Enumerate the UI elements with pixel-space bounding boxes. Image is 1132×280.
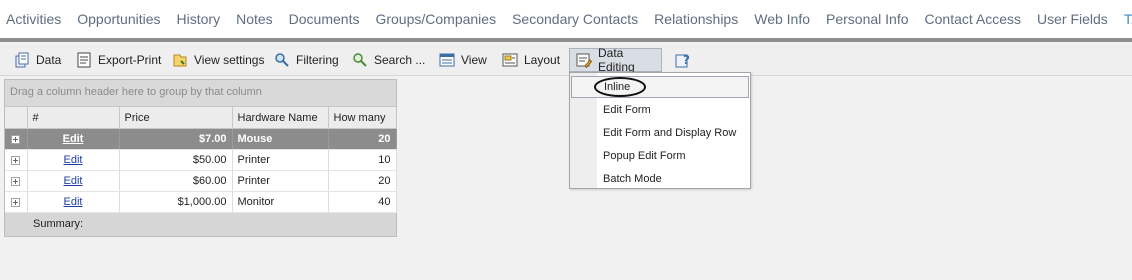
edit-link[interactable]: Edit	[64, 175, 83, 187]
view-label: View	[461, 53, 487, 67]
price-cell: $60.00	[119, 170, 233, 192]
how-many-cell: 40	[328, 191, 397, 213]
help-button[interactable]: ?	[675, 48, 697, 72]
toolbar: Data Export-Print View settings Filterin…	[0, 45, 1132, 76]
price-cell: $50.00	[119, 149, 233, 171]
search-button[interactable]: Search ...	[352, 48, 425, 72]
expand-icon[interactable]	[11, 197, 21, 207]
group-panel[interactable]: Drag a column header here to group by th…	[5, 80, 396, 107]
menu-item-label: Edit Form	[603, 104, 651, 116]
menu-item-edit-form[interactable]: Edit Form	[571, 99, 749, 121]
table-row[interactable]: Edit $7.00 Mouse 20	[5, 128, 397, 150]
row-expander[interactable]	[5, 128, 28, 150]
row-expander[interactable]	[5, 149, 28, 171]
row-expander[interactable]	[5, 191, 28, 213]
view-settings-label: View settings	[194, 53, 265, 67]
tab-notes[interactable]: Notes	[236, 11, 273, 27]
edit-link[interactable]: Edit	[64, 154, 83, 166]
layout-button[interactable]: Layout	[502, 48, 560, 72]
data-editing-button[interactable]: Data Editing	[569, 46, 662, 74]
menu-item-popup-edit-form[interactable]: Popup Edit Form	[571, 145, 749, 167]
price-cell: $1,000.00	[119, 191, 233, 213]
view-settings-button[interactable]: View settings	[172, 48, 264, 72]
how-many-cell: 20	[328, 170, 397, 192]
filtering-label: Filtering	[296, 53, 339, 67]
expand-icon[interactable]	[11, 155, 21, 165]
summary-row: Summary:	[5, 213, 396, 235]
search-icon	[352, 52, 368, 68]
data-editing-menu: Inline Edit Form Edit Form and Display R…	[569, 72, 751, 189]
tab-contact-access[interactable]: Contact Access	[925, 11, 1022, 27]
hardware-name-cell: Mouse	[232, 128, 329, 150]
data-editing-label: Data Editing	[598, 46, 635, 74]
menu-item-label: Popup Edit Form	[603, 150, 686, 162]
header-price[interactable]: Price	[119, 107, 233, 129]
data-grid: Drag a column header here to group by th…	[4, 79, 397, 237]
tab-activities[interactable]: Activities	[6, 11, 61, 27]
header-hardware-name[interactable]: Hardware Name	[232, 107, 329, 129]
layout-icon	[502, 52, 518, 68]
table-row[interactable]: Edit $60.00 Printer 20	[5, 170, 397, 192]
how-many-cell: 10	[328, 149, 397, 171]
hardware-name-cell: Printer	[232, 170, 329, 192]
tab-history[interactable]: History	[177, 11, 221, 27]
tab-table-it[interactable]: TABLE|IT	[1124, 11, 1132, 27]
menu-item-label: Batch Mode	[603, 173, 662, 185]
data-editing-icon	[576, 52, 593, 69]
menu-item-batch-mode[interactable]: Batch Mode	[571, 168, 749, 190]
expand-icon[interactable]	[11, 134, 21, 144]
tab-personal-info[interactable]: Personal Info	[826, 11, 909, 27]
layout-label: Layout	[524, 53, 561, 67]
grid-table: # Price Hardware Name How many Edit $7.0…	[5, 107, 397, 213]
hardware-name-cell: Printer	[232, 149, 329, 171]
export-print-label: Export-Print	[98, 53, 162, 67]
menu-item-inline[interactable]: Inline	[571, 76, 749, 98]
filtering-button[interactable]: Filtering	[274, 48, 339, 72]
menu-item-label: Inline	[604, 81, 631, 93]
search-label: Search ...	[374, 53, 426, 67]
header-row: # Price Hardware Name How many	[5, 107, 397, 129]
menu-item-label: Edit Form and Display Row	[603, 127, 737, 139]
hardware-name-cell: Monitor	[232, 191, 329, 213]
data-icon	[14, 52, 30, 68]
table-row[interactable]: Edit $50.00 Printer 10	[5, 149, 397, 171]
top-tab-bar: Activities Opportunities History Notes D…	[0, 0, 1132, 42]
tab-secondary-contacts[interactable]: Secondary Contacts	[512, 11, 638, 27]
header-expander	[5, 107, 28, 129]
edit-link[interactable]: Edit	[64, 196, 83, 208]
price-cell: $7.00	[119, 128, 233, 150]
row-expander[interactable]	[5, 170, 28, 192]
header-hash[interactable]: #	[27, 107, 120, 129]
filter-icon	[274, 52, 290, 68]
tab-documents[interactable]: Documents	[289, 11, 360, 27]
tab-opportunities[interactable]: Opportunities	[77, 11, 160, 27]
help-icon: ?	[675, 52, 691, 68]
menu-item-edit-form-display-row[interactable]: Edit Form and Display Row	[571, 122, 749, 144]
data-button[interactable]: Data	[14, 48, 61, 72]
tab-user-fields[interactable]: User Fields	[1037, 11, 1108, 27]
view-button[interactable]: View	[439, 48, 487, 72]
view-icon	[439, 52, 455, 68]
tab-web-info[interactable]: Web Info	[754, 11, 810, 27]
table-row[interactable]: Edit $1,000.00 Monitor 40	[5, 191, 397, 213]
edit-link[interactable]: Edit	[63, 133, 84, 145]
tab-groups-companies[interactable]: Groups/Companies	[375, 11, 496, 27]
export-print-button[interactable]: Export-Print	[76, 48, 161, 72]
print-icon	[76, 52, 92, 68]
header-how-many[interactable]: How many	[328, 107, 397, 129]
tab-relationships[interactable]: Relationships	[654, 11, 738, 27]
view-settings-icon	[172, 52, 188, 68]
expand-icon[interactable]	[11, 176, 21, 186]
svg-text:?: ?	[683, 53, 690, 67]
how-many-cell: 20	[328, 128, 397, 150]
data-label: Data	[36, 53, 62, 67]
